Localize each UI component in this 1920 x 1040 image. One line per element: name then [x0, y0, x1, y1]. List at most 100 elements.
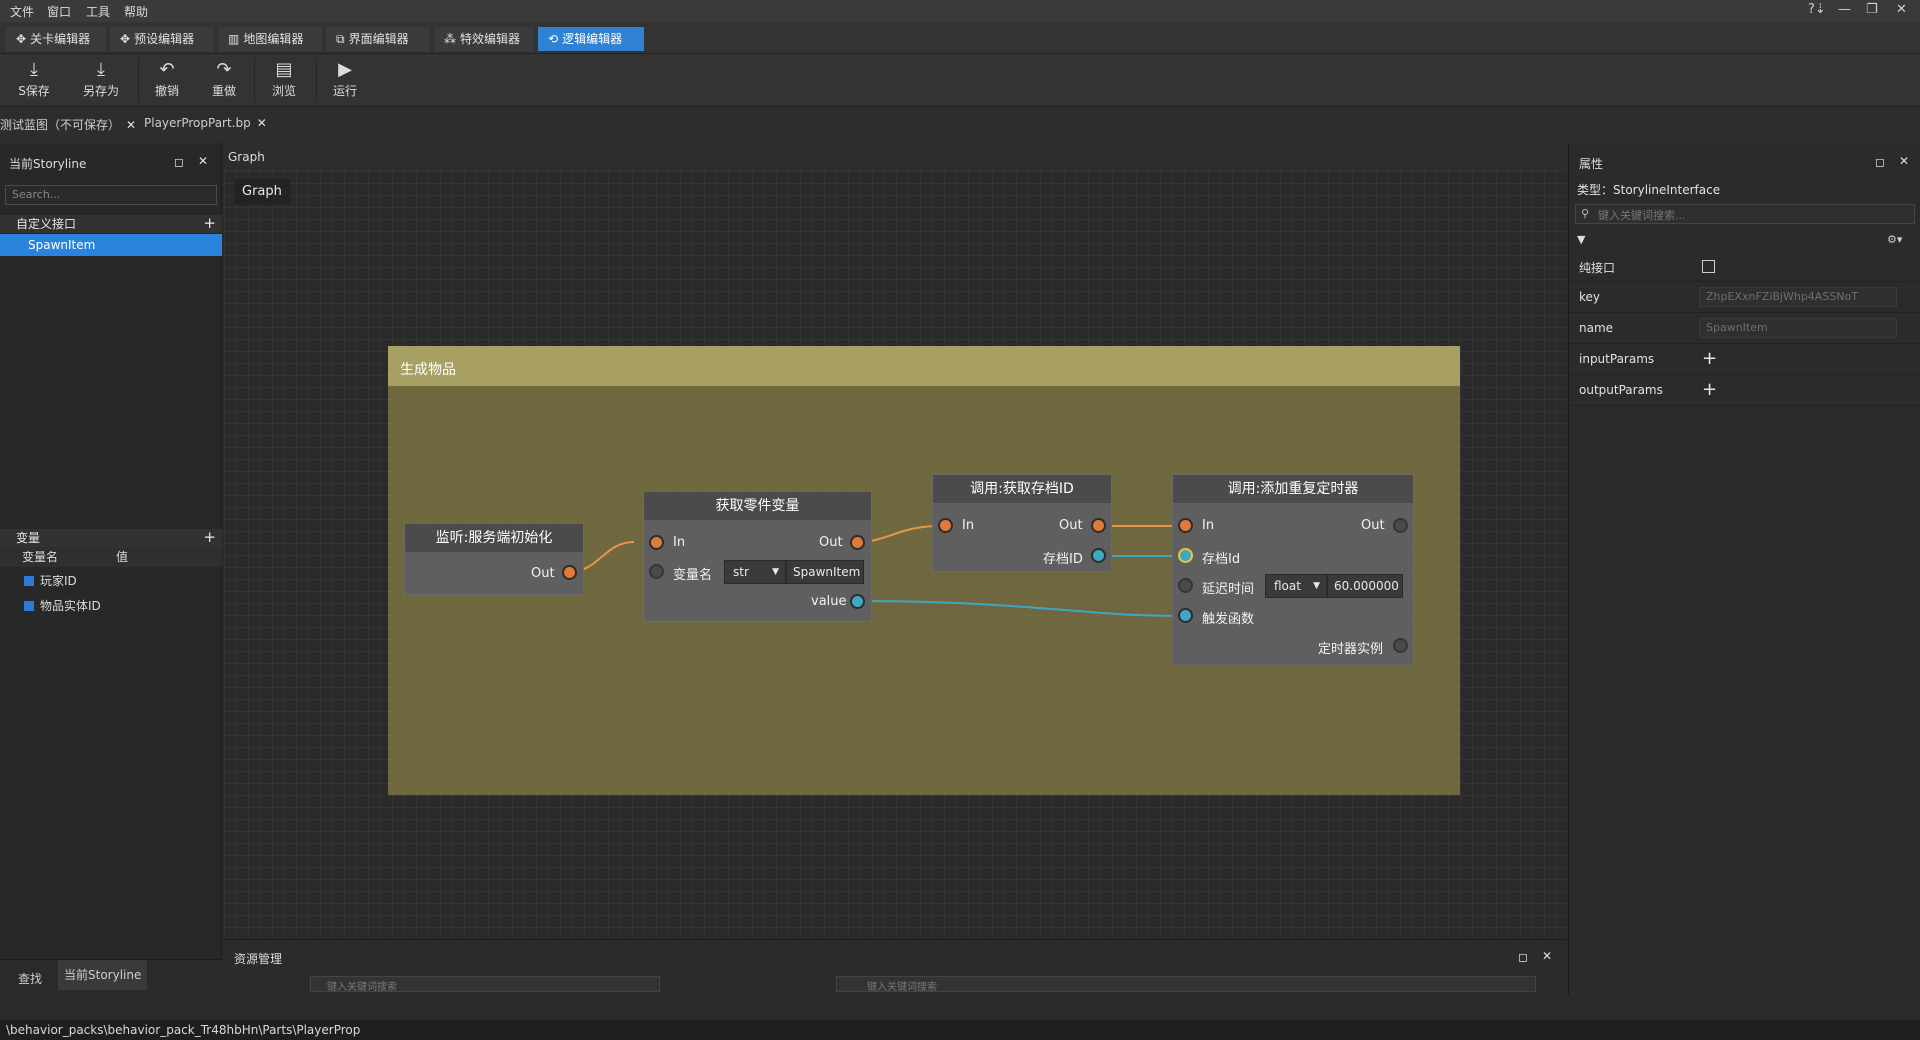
key-field[interactable]: ZhpEXxnFZiBjWhp4ASSNoT	[1699, 287, 1897, 307]
pure-interface-checkbox[interactable]	[1702, 260, 1715, 273]
add-output-param-icon[interactable]: +	[1702, 379, 1717, 400]
delay-in-pin[interactable]	[1178, 578, 1193, 593]
col-value: 值	[116, 550, 129, 564]
varname-pin[interactable]	[649, 564, 664, 579]
varname-value-field[interactable]: SpawnItem	[786, 560, 864, 584]
tab-label: 逻辑编辑器	[562, 32, 623, 46]
variable-row[interactable]: 物品实体ID	[24, 597, 101, 614]
trigger-in-pin[interactable]	[1178, 608, 1193, 623]
maximize-icon[interactable]: ◻	[1518, 950, 1528, 964]
toolbar-separator	[138, 58, 139, 102]
menu-file[interactable]: 文件	[10, 3, 34, 20]
close-panel-icon[interactable]: ✕	[1542, 949, 1552, 963]
delay-type-dropdown[interactable]: float ▼	[1265, 574, 1327, 598]
help-icon[interactable]: ?⇣	[1808, 2, 1826, 17]
toolbar-separator	[316, 58, 317, 102]
node-get-part-variable[interactable]: 获取零件变量 In Out 变量名 str ▼ SpawnItem value	[643, 491, 872, 622]
ui-editor-icon: ⧉	[336, 32, 345, 46]
doc-tab-playerproppart[interactable]: PlayerPropPart.bp ✕	[144, 116, 267, 130]
value-out-pin[interactable]	[850, 594, 865, 609]
prop-row-name: name SpawnItem	[1569, 313, 1920, 344]
tab-current-storyline[interactable]: 当前Storyline	[58, 960, 148, 990]
restore-icon[interactable]: ❐	[1866, 2, 1878, 17]
tab-effect-editor[interactable]: ⁂ 特效编辑器	[434, 27, 534, 51]
name-field[interactable]: SpawnItem	[1699, 318, 1897, 338]
document-tab-bar: 测试蓝图（不可保存） ✕ PlayerPropPart.bp ✕	[0, 107, 1920, 143]
maximize-icon[interactable]: ◻	[1875, 155, 1885, 169]
chevron-down-icon: ▼	[1313, 581, 1320, 591]
save-as-button[interactable]: ⤓ 另存为	[76, 58, 126, 99]
browse-label: 浏览	[271, 84, 296, 98]
custom-interface-header: 自定义接口 +	[0, 214, 222, 233]
undo-button[interactable]: ↶ 撤销	[142, 58, 192, 99]
node-add-repeat-timer[interactable]: 调用:添加重复定时器 In Out 存档Id 延迟时间 float ▼ 60.00…	[1172, 474, 1414, 665]
property-search-input[interactable]: 键入关键词搜索...	[1575, 204, 1915, 224]
tab-level-editor[interactable]: ✥ 关卡编辑器	[6, 27, 106, 51]
saveid-in-pin[interactable]	[1178, 548, 1193, 563]
type-dropdown[interactable]: str ▼	[724, 560, 786, 584]
exec-in-pin[interactable]	[1178, 518, 1193, 533]
node-get-save-id[interactable]: 调用:获取存档ID In Out 存档ID	[932, 474, 1112, 572]
exec-out-pin[interactable]	[562, 565, 577, 580]
delay-value-stepper[interactable]: 60.000000	[1327, 574, 1403, 598]
menu-window[interactable]: 窗口	[47, 3, 71, 20]
close-tab-icon[interactable]: ✕	[126, 118, 136, 132]
exec-out-pin[interactable]	[850, 535, 865, 550]
variable-columns: 变量名 值	[0, 547, 222, 567]
browse-button[interactable]: ▤ 浏览	[259, 58, 309, 99]
add-variable-icon[interactable]: +	[203, 528, 216, 546]
tab-ui-editor[interactable]: ⧉ 界面编辑器	[326, 27, 430, 51]
asset-filter-input[interactable]: 键入关键词搜索	[836, 976, 1536, 992]
doc-tab-test-blueprint[interactable]: 测试蓝图（不可保存） ✕	[0, 116, 136, 133]
maximize-icon[interactable]: ◻	[174, 155, 184, 169]
gear-icon[interactable]: ⚙▾	[1887, 233, 1902, 246]
asset-search-input[interactable]: 键入关键词搜索	[310, 976, 660, 992]
tab-find[interactable]: 查找	[12, 964, 48, 994]
menu-help[interactable]: 帮助	[124, 3, 148, 20]
add-input-param-icon[interactable]: +	[1702, 348, 1717, 369]
interface-item-spawnitem[interactable]: SpawnItem	[0, 234, 222, 256]
collapse-icon[interactable]: ▼	[1577, 233, 1585, 246]
close-tab-icon[interactable]: ✕	[257, 116, 267, 130]
type-value: str	[733, 565, 749, 579]
close-icon[interactable]: ✕	[1896, 2, 1907, 17]
variable-name: 玩家ID	[40, 574, 77, 588]
doc-tab-label: 测试蓝图（不可保存）	[0, 118, 121, 132]
minimize-icon[interactable]: —	[1838, 2, 1851, 17]
type-label: 类型：StorylineInterface	[1577, 183, 1721, 197]
exec-in-pin[interactable]	[938, 518, 953, 533]
section-title: 变量	[16, 531, 41, 545]
save-button[interactable]: ⤓ S保存	[9, 58, 59, 99]
graph-canvas[interactable]: Graph 生成物品 监听:服务端初始化 Out 获取零件变量 In Out 变…	[224, 171, 1566, 939]
pin-label-out: Out	[531, 566, 555, 581]
col-varname: 变量名	[22, 550, 59, 564]
tab-preset-editor[interactable]: ✥ 预设编辑器	[110, 27, 214, 51]
tab-label: 特效编辑器	[460, 32, 521, 46]
tab-label: 界面编辑器	[348, 32, 409, 46]
instance-out-pin[interactable]	[1393, 638, 1408, 653]
search-input[interactable]: Search...	[5, 185, 217, 205]
variable-type-swatch	[24, 576, 34, 586]
add-interface-icon[interactable]: +	[203, 214, 216, 232]
exec-out-pin[interactable]	[1393, 518, 1408, 533]
saveid-out-pin[interactable]	[1091, 548, 1106, 563]
editor-tab-bar: ✥ 关卡编辑器 ✥ 预设编辑器 ▥ 地图编辑器 ⧉ 界面编辑器 ⁂ 特效编辑器 ⟲ 逻辑编辑…	[0, 22, 1920, 54]
exec-out-pin[interactable]	[1091, 518, 1106, 533]
redo-button[interactable]: ↷ 重做	[199, 58, 249, 99]
tab-map-editor[interactable]: ▥ 地图编辑器	[218, 27, 322, 51]
run-label: 运行	[332, 84, 357, 98]
run-button[interactable]: ▶ 运行	[320, 58, 370, 99]
menu-tools[interactable]: 工具	[86, 3, 110, 20]
variable-row[interactable]: 玩家ID	[24, 572, 77, 589]
node-listen-server-init[interactable]: 监听:服务端初始化 Out	[404, 523, 584, 595]
pin-label-saveid: 存档Id	[1202, 552, 1241, 567]
prop-key: 纯接口	[1579, 261, 1616, 275]
pin-label-out: Out	[1361, 518, 1385, 533]
pin-label-in: In	[962, 518, 975, 533]
exec-in-pin[interactable]	[649, 535, 664, 550]
close-panel-icon[interactable]: ✕	[1899, 154, 1909, 168]
node-title: 获取零件变量	[644, 492, 871, 520]
tab-logic-editor[interactable]: ⟲ 逻辑编辑器	[538, 27, 644, 51]
close-panel-icon[interactable]: ✕	[198, 154, 208, 168]
redo-icon: ↷	[216, 59, 232, 80]
